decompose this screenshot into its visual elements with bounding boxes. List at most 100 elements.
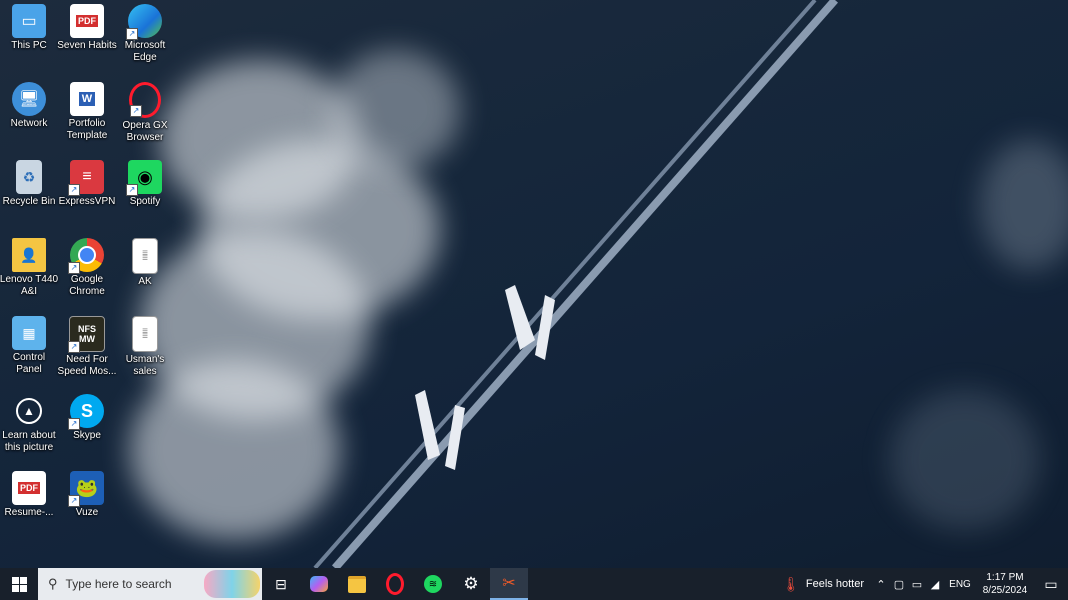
file-explorer-button[interactable]: [338, 568, 376, 600]
language-indicator[interactable]: ENG: [944, 568, 976, 600]
desktop-icon-label: Learn about this picture: [2, 430, 56, 453]
desktop-icon-lenovo-folder[interactable]: 👤 Lenovo T440 A&I: [0, 234, 58, 297]
spotify-icon: ◉ ↗: [126, 160, 162, 196]
thermometer-icon: 🌡: [782, 575, 800, 592]
wifi-icon[interactable]: ◢: [926, 568, 944, 600]
shortcut-arrow-icon: ↗: [68, 418, 80, 430]
desktop-icon-label: Usman's sales: [125, 354, 165, 377]
desktop-icon-label: Spotify: [129, 196, 161, 207]
desktop-icon-ak[interactable]: ≡ ≡ AK: [116, 234, 174, 288]
desktop-icon-label: AK: [138, 276, 152, 287]
word-file-icon: W: [70, 82, 104, 116]
copilot-button[interactable]: [300, 568, 338, 600]
opera-gx-taskbar-button[interactable]: [376, 568, 414, 600]
action-center-button[interactable]: ▭: [1034, 568, 1068, 600]
notification-icon: ▭: [1044, 575, 1058, 592]
desktop-icon-expressvpn[interactable]: ≡ ↗ ExpressVPN: [58, 156, 116, 208]
skype-icon: S ↗: [68, 394, 104, 430]
folder-icon: 👤: [12, 238, 46, 272]
shortcut-arrow-icon: ↗: [126, 184, 138, 196]
desktop-icon-seven-habits[interactable]: PDF Seven Habits: [57, 0, 117, 52]
expressvpn-icon: ≡ ↗: [68, 160, 104, 196]
search-icon: ⚲: [48, 576, 58, 591]
settings-icon: ⚙: [463, 574, 479, 593]
spotify-icon: ≋: [424, 575, 442, 593]
search-placeholder: Type here to search: [65, 577, 172, 591]
shortcut-arrow-icon: ↗: [68, 341, 80, 353]
clock-date: 8/25/2024: [982, 585, 1028, 596]
task-view-icon: ⊟: [275, 575, 287, 592]
desktop-icon-resume[interactable]: PDF Resume-...: [0, 467, 58, 519]
desktop-icon-opera-gx[interactable]: ↗ Opera GX Browser: [116, 78, 174, 143]
chrome-icon: ↗: [68, 238, 104, 274]
desktop-icon-this-pc[interactable]: ▭ This PC: [0, 0, 58, 52]
desktop-icon-label: Seven Habits: [57, 40, 117, 51]
desktop-icon-label: Opera GX Browser: [122, 120, 168, 143]
vuze-icon: 🐸 ↗: [68, 471, 104, 507]
desktop-icon-usmans-sales[interactable]: ≡ ≡ Usman's sales: [116, 312, 174, 377]
desktop-icon-label: Recycle Bin: [2, 196, 56, 207]
desktop-icon-label: Portfolio Template: [66, 118, 108, 141]
weather-widget[interactable]: 🌡 Feels hotter: [774, 568, 872, 600]
shortcut-arrow-icon: ↗: [68, 495, 80, 507]
pdf-file-icon: PDF: [12, 471, 46, 505]
desktop-icon-label: ExpressVPN: [58, 196, 116, 207]
desktop-icon-microsoft-edge[interactable]: ↗ Microsoft Edge: [116, 0, 174, 63]
desktop-icon-label: Skype: [73, 430, 101, 441]
opera-gx-icon: [386, 573, 404, 595]
desktop-icon-need-for-speed[interactable]: NFS MW ↗ Need For Speed Mos...: [58, 312, 116, 377]
text-file-icon: ≡ ≡: [132, 316, 158, 352]
meet-now-icon[interactable]: ▢: [890, 568, 908, 600]
text-file-icon: ≡ ≡: [132, 238, 158, 274]
desktop-icon-label: This PC: [11, 40, 47, 51]
desktop-icon-label: Microsoft Edge: [124, 40, 166, 63]
desktop-icon-control-panel[interactable]: ▦ Control Panel: [0, 312, 58, 375]
file-explorer-icon: [348, 575, 366, 593]
this-pc-icon: ▭: [12, 4, 46, 38]
control-panel-icon: ▦: [12, 316, 46, 350]
desktop-icon-label: Need For Speed Mos...: [57, 354, 117, 377]
desktop-icon-portfolio-template[interactable]: W Portfolio Template: [58, 78, 116, 141]
spotify-taskbar-button[interactable]: ≋: [414, 568, 452, 600]
desktop-icon-label: Lenovo T440 A&I: [0, 274, 59, 297]
network-icon: 🖥: [12, 82, 46, 116]
nfs-game-icon: NFS MW ↗: [68, 316, 105, 353]
settings-taskbar-button[interactable]: ⚙: [452, 568, 490, 600]
snipping-tool-icon: ✂: [502, 575, 516, 592]
weather-text: Feels hotter: [805, 578, 864, 590]
desktop-icon-label: Resume-...: [4, 507, 54, 518]
clock-time: 1:17 PM: [986, 572, 1024, 583]
desktop-icon-learn-about-picture[interactable]: ▲ Learn about this picture: [0, 390, 58, 453]
shortcut-arrow-icon: ↗: [126, 28, 138, 40]
recycle-bin-icon: ♻: [16, 160, 42, 194]
shortcut-arrow-icon: ↗: [130, 105, 142, 117]
system-tray: 🌡 Feels hotter ⌃ ▢ ▭ ◢ ENG 1:17 PM 8/25/…: [774, 568, 1068, 600]
battery-icon[interactable]: ▭: [908, 568, 926, 600]
learn-picture-icon: ▲: [12, 394, 46, 428]
desktop-icon-label: Vuze: [75, 507, 99, 518]
desktop-icon-google-chrome[interactable]: ↗ Google Chrome: [58, 234, 116, 297]
copilot-icon: [310, 576, 328, 592]
start-button[interactable]: [0, 568, 38, 600]
desktop-icon-vuze[interactable]: 🐸 ↗ Vuze: [58, 467, 116, 519]
desktop-icon-spotify[interactable]: ◉ ↗ Spotify: [116, 156, 174, 208]
taskbar-search-box[interactable]: ⚲ Type here to search: [38, 568, 262, 600]
desktop-icon-label: Control Panel: [12, 352, 46, 375]
shortcut-arrow-icon: ↗: [68, 262, 80, 274]
shortcut-arrow-icon: ↗: [68, 184, 80, 196]
desktop-icon-recycle-bin[interactable]: ♻ Recycle Bin: [0, 156, 58, 208]
windows-logo-icon: [11, 576, 27, 592]
task-view-button[interactable]: ⊟: [262, 568, 300, 600]
edge-icon: ↗: [126, 4, 162, 40]
chevron-up-icon: ⌃: [876, 578, 886, 591]
desktop-icon-skype[interactable]: S ↗ Skype: [58, 390, 116, 442]
desktop-icon-network[interactable]: 🖥 Network: [0, 78, 58, 130]
desktop-icon-label: Google Chrome: [69, 274, 105, 297]
desktop-icons-area: ▭ This PC PDF Seven Habits ↗ Microsoft E…: [0, 0, 180, 568]
clock-button[interactable]: 1:17 PM 8/25/2024: [976, 568, 1034, 600]
opera-gx-icon: ↗: [129, 82, 161, 118]
snipping-tool-taskbar-button[interactable]: ✂: [490, 568, 528, 600]
search-highlight-icon: [204, 570, 260, 598]
show-hidden-icons-button[interactable]: ⌃: [872, 568, 890, 600]
desktop-icon-label: Network: [10, 118, 48, 129]
